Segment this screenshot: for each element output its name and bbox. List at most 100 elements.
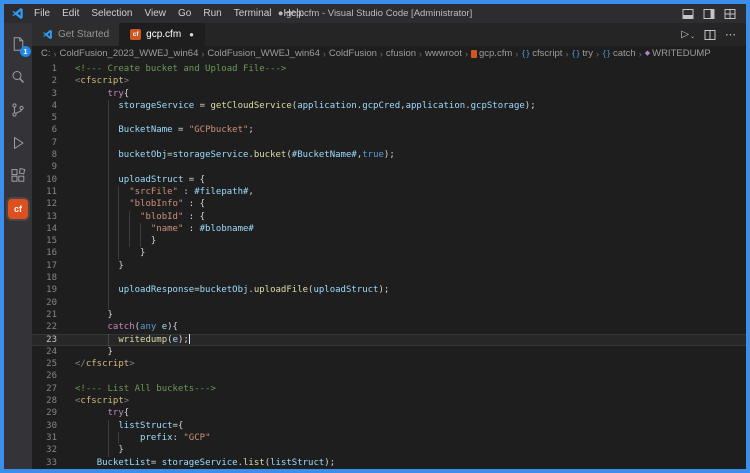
code-line-28[interactable]: 28<cfscript> (32, 395, 746, 407)
breadcrumb-item[interactable]: ColdFusion_WWEJ_win64 (207, 48, 319, 59)
code-line-16[interactable]: 16 } (32, 247, 746, 259)
line-number[interactable]: 10 (32, 174, 75, 186)
breadcrumb-item[interactable]: {}cfscript (521, 48, 562, 59)
line-number[interactable]: 29 (32, 407, 75, 419)
line-number[interactable]: 14 (32, 223, 75, 235)
menu-run[interactable]: Run (197, 4, 227, 23)
line-number[interactable]: 7 (32, 137, 75, 149)
menu-selection[interactable]: Selection (85, 4, 138, 23)
line-number[interactable]: 19 (32, 284, 75, 296)
more-actions-icon[interactable]: ⋯ (725, 28, 737, 41)
line-number[interactable]: 22 (32, 321, 75, 333)
line-number[interactable]: 2 (32, 75, 75, 87)
code-line-10[interactable]: 10 uploadStruct = { (32, 174, 746, 186)
code-line-32[interactable]: 32 } (32, 444, 746, 456)
code-line-5[interactable]: 5 (32, 112, 746, 124)
run-file-icon[interactable]: ▷⌄ (681, 30, 695, 40)
menu-terminal[interactable]: Terminal (228, 4, 278, 23)
code-line-11[interactable]: 11 "srcFile" : #filepath#, (32, 186, 746, 198)
breadcrumb-item[interactable]: ColdFusion (329, 48, 377, 59)
breadcrumb-item[interactable]: {}catch (602, 48, 636, 59)
tab-get-started[interactable]: Get Started (32, 23, 120, 46)
line-number[interactable]: 6 (32, 124, 75, 136)
line-number[interactable]: 20 (32, 297, 75, 309)
breadcrumb-item[interactable]: wwwroot (425, 48, 462, 59)
line-number[interactable]: 1 (32, 63, 75, 75)
code-line-23[interactable]: 23 writedump(e); (32, 334, 746, 346)
line-number[interactable]: 18 (32, 272, 75, 284)
line-number[interactable]: 21 (32, 309, 75, 321)
line-number[interactable]: 33 (32, 457, 75, 469)
code-line-17[interactable]: 17 } (32, 260, 746, 272)
menu-view[interactable]: View (139, 4, 173, 23)
line-number[interactable]: 17 (32, 260, 75, 272)
code-line-30[interactable]: 30 listStruct={ (32, 420, 746, 432)
customize-layout-icon[interactable] (724, 8, 736, 20)
code-line-14[interactable]: 14 "name" : #blobname# (32, 223, 746, 235)
code-line-15[interactable]: 15 } (32, 235, 746, 247)
tab-gcp-cfm[interactable]: cf gcp.cfm ● (120, 23, 205, 46)
line-number[interactable]: 13 (32, 211, 75, 223)
line-number[interactable]: 9 (32, 161, 75, 173)
toggle-secondary-sidebar-icon[interactable] (703, 8, 715, 20)
code-line-6[interactable]: 6 BucketName = "GCPbucket"; (32, 124, 746, 136)
explorer-icon[interactable]: 1 (4, 27, 32, 60)
breadcrumb-item[interactable]: {}try (571, 48, 593, 59)
code-line-1[interactable]: 1<!--- Create bucket and Upload File---> (32, 63, 746, 75)
line-number[interactable]: 16 (32, 247, 75, 259)
menu-edit[interactable]: Edit (56, 4, 85, 23)
line-number[interactable]: 26 (32, 370, 75, 382)
code-line-2[interactable]: 2<cfscript> (32, 75, 746, 87)
breadcrumb-item[interactable]: gcp.cfm (471, 48, 512, 59)
line-number[interactable]: 8 (32, 149, 75, 161)
code-line-4[interactable]: 4 storageService = getCloudService(appli… (32, 100, 746, 112)
run-debug-icon[interactable] (4, 126, 32, 159)
code-line-21[interactable]: 21 } (32, 309, 746, 321)
code-line-31[interactable]: 31 prefix: "GCP" (32, 432, 746, 444)
code-line-12[interactable]: 12 "blobInfo" : { (32, 198, 746, 210)
line-number[interactable]: 5 (32, 112, 75, 124)
line-number[interactable]: 32 (32, 444, 75, 456)
line-number[interactable]: 25 (32, 358, 75, 370)
line-number[interactable]: 3 (32, 88, 75, 100)
code-line-26[interactable]: 26 (32, 370, 746, 382)
line-number[interactable]: 12 (32, 198, 75, 210)
breadcrumb-item[interactable]: C: (41, 48, 51, 59)
line-number[interactable]: 24 (32, 346, 75, 358)
code-line-25[interactable]: 25</cfscript> (32, 358, 746, 370)
line-number[interactable]: 15 (32, 235, 75, 247)
search-icon[interactable] (4, 60, 32, 93)
code-line-13[interactable]: 13 "blobId" : { (32, 211, 746, 223)
code-line-20[interactable]: 20 (32, 297, 746, 309)
code-line-19[interactable]: 19 uploadResponse=bucketObj.uploadFile(u… (32, 284, 746, 296)
line-number[interactable]: 23 (32, 334, 75, 346)
code-line-8[interactable]: 8 bucketObj=storageService.bucket(#Bucke… (32, 149, 746, 161)
code-line-24[interactable]: 24 } (32, 346, 746, 358)
coldfusion-icon[interactable]: cf (4, 192, 32, 225)
code-line-9[interactable]: 9 (32, 161, 746, 173)
code-line-29[interactable]: 29 try{ (32, 407, 746, 419)
menu-go[interactable]: Go (172, 4, 197, 23)
line-number[interactable]: 27 (32, 383, 75, 395)
breadcrumb-item[interactable]: cfusion (386, 48, 416, 59)
line-number[interactable]: 28 (32, 395, 75, 407)
menu-file[interactable]: File (28, 4, 56, 23)
line-number[interactable]: 31 (32, 432, 75, 444)
line-number[interactable]: 11 (32, 186, 75, 198)
editor[interactable]: 1<!--- Create bucket and Upload File--->… (32, 61, 746, 469)
line-number[interactable]: 30 (32, 420, 75, 432)
code-line-3[interactable]: 3 try{ (32, 88, 746, 100)
code-line-18[interactable]: 18 (32, 272, 746, 284)
source-control-icon[interactable] (4, 93, 32, 126)
breadcrumb-item[interactable]: ColdFusion_2023_WWEJ_win64 (60, 48, 199, 59)
code-line-27[interactable]: 27<!--- List All buckets---> (32, 383, 746, 395)
breadcrumb-item[interactable]: ◆WRITEDUMP (645, 48, 711, 59)
toggle-panel-icon[interactable] (682, 8, 694, 20)
split-editor-icon[interactable] (704, 29, 716, 41)
code-line-22[interactable]: 22 catch(any e){ (32, 321, 746, 333)
extensions-icon[interactable] (4, 159, 32, 192)
line-number[interactable]: 4 (32, 100, 75, 112)
modified-dot-icon[interactable]: ● (189, 30, 194, 39)
code-line-33[interactable]: 33 BucketList= storageService.list(listS… (32, 457, 746, 469)
code-line-7[interactable]: 7 (32, 137, 746, 149)
